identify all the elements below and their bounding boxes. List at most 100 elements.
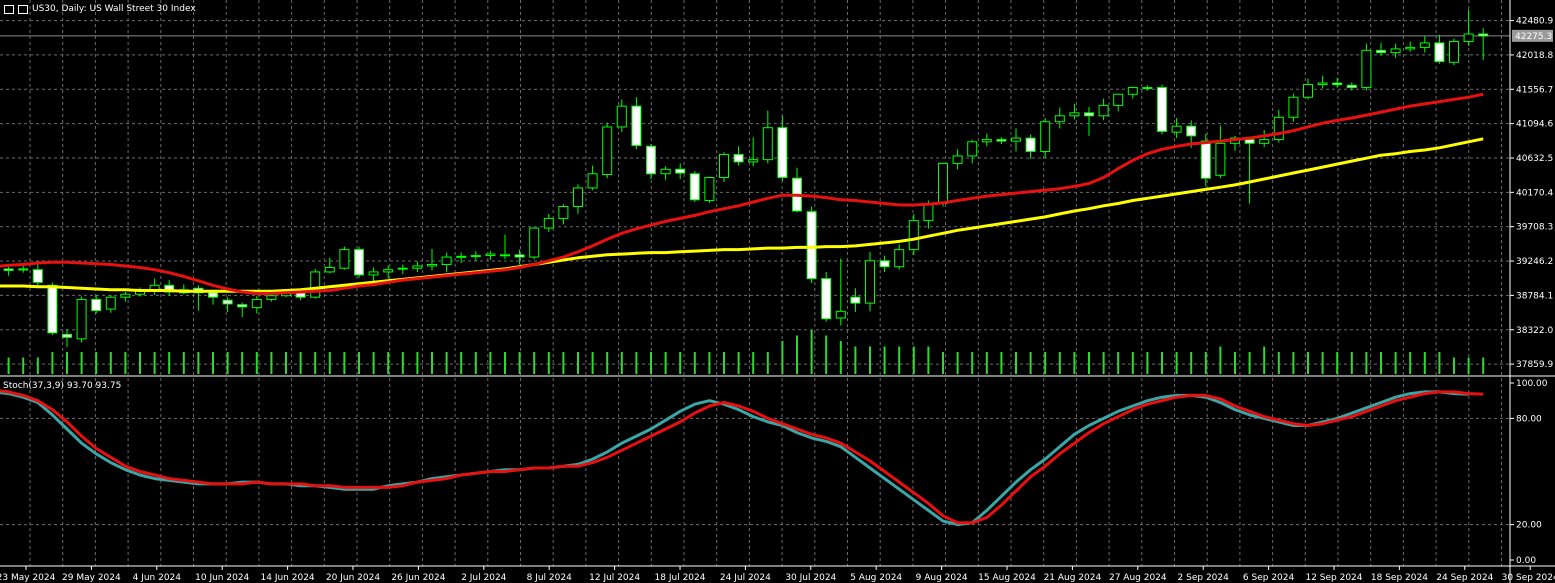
x-tick-label: 4 Jun 2024 [133,573,182,583]
candle-body [1419,42,1430,48]
x-tick-label: 18 Jul 2024 [655,573,706,583]
stoch-y-label: 20.00 [1516,521,1542,531]
candle-body [91,298,102,312]
stoch-label: Stoch(37,3,9) 93.70 93.75 [3,381,121,391]
candle-body [938,162,948,205]
chart-type-icon[interactable] [18,4,28,14]
stoch-y-label: 0.00 [1516,556,1536,566]
candle-body [354,249,364,276]
candle-body [1142,87,1153,90]
x-tick-label: 29 May 2024 [62,573,121,583]
chart-menu-icon[interactable] [4,4,14,14]
y-tick-label: 38784.1 [1516,291,1553,301]
candle-body [1303,84,1313,98]
candle-body [1390,48,1401,54]
x-tick-label: 10 Jun 2024 [195,573,249,583]
candle-body [47,284,58,334]
candle-body [1200,140,1211,179]
y-tick-label: 39246.2 [1516,257,1553,267]
candle-body [397,267,408,270]
candle-body [1332,82,1343,86]
candle-body [1288,96,1299,118]
stoch-y-label: 100.00 [1516,379,1548,389]
candle-body [310,271,321,298]
candle-body [470,255,481,258]
candle-body [1317,82,1328,86]
x-tick-label: 18 Sep 2024 [1371,573,1428,583]
candle-body [879,260,890,268]
candle-body [383,269,394,273]
candle-body [762,127,773,161]
x-tick-label: 5 Aug 2024 [850,573,902,583]
candle-body [1244,139,1255,144]
candle-body [324,266,335,273]
candle-body [1463,33,1474,42]
candle-body [777,127,788,179]
y-tick-label: 39708.3 [1516,223,1553,233]
candle-body [456,255,467,258]
chart-canvas[interactable]: 100.00 80.00 20.00 0.00 Stoch(37,3,9) 93.70 … [0,0,1555,583]
candle-body [1478,33,1489,37]
candle-body [660,168,671,175]
candle-body [500,254,510,257]
candle-body [1346,84,1357,89]
y-tick-label: 38322.0 [1516,326,1553,336]
candle-body [704,177,715,202]
candle-body [967,141,978,157]
candle-body [1186,125,1197,137]
candle-body [908,220,919,251]
x-tick-label: 2 Jul 2024 [461,573,506,583]
x-tick-label: 30 Sep 2024 [1502,573,1555,583]
candle-body [441,256,452,265]
candle-body [485,253,496,257]
x-tick-label: 27 Aug 2024 [1109,573,1167,583]
x-tick-label: 8 Jul 2024 [527,573,572,583]
candle-body [923,203,934,222]
candle-body [821,278,832,320]
y-tick-label: 41556.7 [1516,85,1553,95]
candle-body [1434,42,1445,63]
y-tick-label: 41094.6 [1516,120,1553,130]
candle-body [865,260,875,304]
stoch-y-label: 80.00 [1516,414,1542,424]
y-tick-label: 42018.8 [1516,51,1553,61]
candle-body [237,304,248,308]
x-tick-label: 20 Jun 2024 [326,573,380,583]
x-tick-label: 12 Sep 2024 [1305,573,1362,583]
candle-body [62,333,72,338]
y-tick-label: 37859.9 [1516,360,1553,370]
chart-header: US30, Daily: US Wall Street 30 Index [4,4,196,14]
candle-body [222,299,233,305]
candle-body [719,153,729,179]
candle-body [1273,116,1284,141]
candle-body [208,292,218,298]
candle-body [1449,40,1459,63]
x-tick-label: 12 Jul 2024 [589,573,640,583]
candle-body [616,105,627,128]
candle-body [587,173,598,189]
candle-body [733,153,744,163]
candle-body [514,254,525,258]
x-tick-label: 14 Jun 2024 [261,573,315,583]
candle-body [1011,137,1021,142]
x-tick-label: 21 Aug 2024 [1044,573,1102,583]
candle-body [105,296,116,310]
candle-body [120,293,131,298]
candle-body [543,217,554,229]
candle-body [894,249,905,268]
x-tick-label: 24 Jul 2024 [720,573,771,583]
candle-body [573,187,583,207]
candle-body [339,249,350,269]
candle-body [251,298,262,309]
candle-body [1127,87,1138,95]
candle-body [1098,104,1109,117]
candle-body [32,269,43,283]
x-tick-label: 26 Jun 2024 [391,573,445,583]
candle-body [1361,49,1372,89]
candle-body [806,211,817,280]
candle-body [1084,112,1094,117]
candle-body [1171,125,1182,133]
candle-body [1215,142,1226,176]
current-price-label: 42275.3 [1515,32,1552,42]
candle-body [689,173,700,201]
